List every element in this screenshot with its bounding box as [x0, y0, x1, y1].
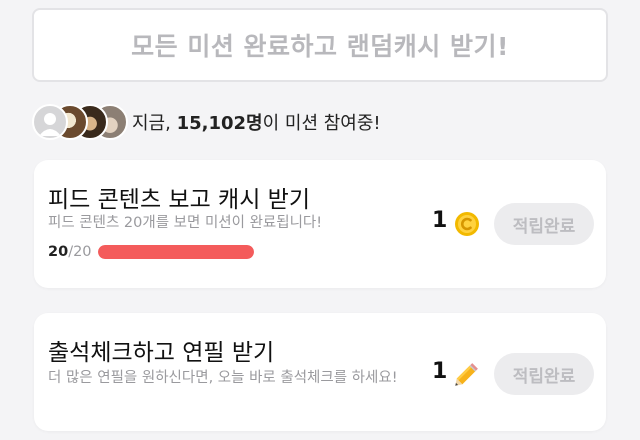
progress-bar — [97, 245, 254, 259]
avatar-stack — [32, 104, 128, 140]
mission-title: 피드 콘텐츠 보고 캐시 받기 — [48, 187, 311, 213]
participant-count: 15,102명 — [176, 113, 263, 134]
progress-total: /20 — [68, 244, 92, 260]
participant-suffix: 이 미션 참여중! — [262, 113, 381, 134]
participant-count-text: 지금, 15,102명이 미션 참여중! — [132, 109, 381, 135]
reward-complete-button[interactable]: 적립완료 — [494, 203, 594, 245]
reward-complete-button[interactable]: 적립완료 — [494, 353, 594, 395]
reward-count: 1 — [432, 208, 448, 233]
participant-prefix: 지금, — [132, 113, 177, 134]
mission-card-feed[interactable]: 피드 콘텐츠 보고 캐시 받기 피드 콘텐츠 20개를 보면 미션이 완료됩니다… — [34, 160, 606, 288]
cash-coin-icon — [455, 212, 479, 236]
progress-bar-fill — [97, 245, 254, 259]
reward-count: 1 — [432, 359, 448, 384]
mission-description: 피드 콘텐츠 20개를 보면 미션이 완료됩니다! — [48, 215, 323, 231]
mission-title: 출석체크하고 연필 받기 — [48, 340, 275, 366]
pencil-icon — [455, 363, 478, 386]
person-icon — [39, 113, 61, 136]
banner-label: 모든 미션 완료하고 랜덤캐시 받기! — [131, 32, 509, 61]
mission-description: 더 많은 연필을 원하신다면, 오늘 바로 출석체크를 하세요! — [48, 370, 398, 386]
mission-card-attendance[interactable]: 출석체크하고 연필 받기 더 많은 연필을 원하신다면, 오늘 바로 출석체크를… — [34, 313, 606, 431]
progress-done: 20 — [48, 244, 69, 260]
avatar — [32, 104, 68, 140]
participants-row: 지금, 15,102명이 미션 참여중! — [32, 104, 381, 140]
mission-progress: 20 /20 — [48, 244, 254, 260]
random-cash-banner[interactable]: 모든 미션 완료하고 랜덤캐시 받기! — [32, 8, 608, 82]
